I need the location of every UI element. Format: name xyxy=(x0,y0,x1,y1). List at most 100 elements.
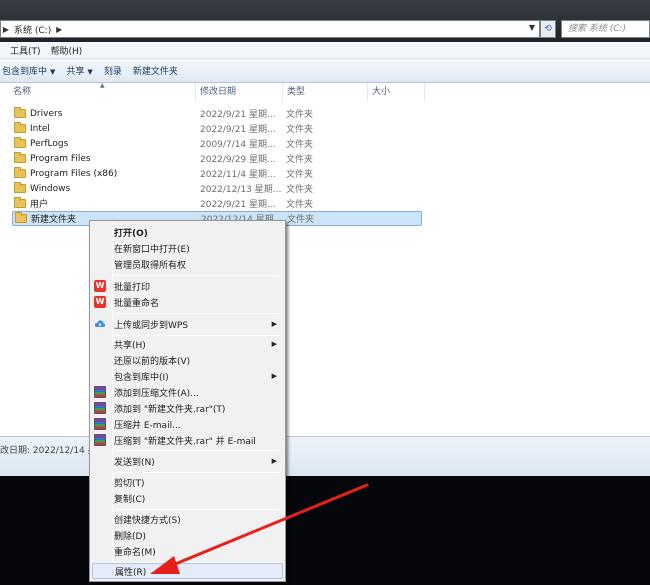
menu-item-compress-rar-email[interactable]: 压缩到 "新建文件夹.rar" 并 E-mail xyxy=(92,432,283,448)
sort-ascending-icon: ▲ xyxy=(100,82,105,89)
file-date: 2022/9/21 星期... xyxy=(200,200,276,210)
menu-item-create-shortcut[interactable]: 创建快捷方式(S) xyxy=(92,511,283,527)
menu-item-label: 删除(D) xyxy=(114,531,146,542)
menu-item-label: 管理员取得所有权 xyxy=(114,260,187,271)
address-bar[interactable]: ▶ 系统 (C:) ▶ ▼ xyxy=(0,20,540,38)
context-menu: 打开(O) 在新窗口中打开(E) 管理员取得所有权 W 批量打印 W 批量重命名 上… xyxy=(89,220,286,582)
menu-item-label: 还原以前的版本(V) xyxy=(114,356,191,367)
menu-item-take-ownership[interactable]: 管理员取得所有权 xyxy=(92,256,283,272)
file-row[interactable]: Program Files 2022/9/29 星期... 文件夹 xyxy=(12,151,422,166)
file-row[interactable]: 用户 2022/9/21 星期... 文件夹 xyxy=(12,196,422,211)
menu-item-include-library[interactable]: 包含到库中(I) ▶ xyxy=(92,368,283,384)
menu-help[interactable]: 帮助(H) xyxy=(47,44,89,57)
search-input[interactable]: 搜索 系统 (C:) xyxy=(561,20,650,38)
menu-item-send-to[interactable]: 发送到(N) ▶ xyxy=(92,453,283,469)
menu-item-copy[interactable]: 复制(C) xyxy=(92,490,283,506)
menu-separator xyxy=(114,509,279,510)
menu-separator xyxy=(114,313,279,314)
file-name: Drivers xyxy=(30,108,63,119)
menu-item-label: 上传或同步到WPS xyxy=(114,320,189,331)
address-bar-area: ▶ 系统 (C:) ▶ ▼ ⟲ 搜索 系统 (C:) xyxy=(0,0,650,42)
menu-item-open[interactable]: 打开(O) xyxy=(92,224,283,240)
new-folder-button[interactable]: 新建文件夹 xyxy=(131,64,187,77)
file-date: 2022/9/21 星期... xyxy=(200,110,276,120)
file-name: Program Files (x86) xyxy=(30,168,118,179)
file-type: 文件夹 xyxy=(286,170,314,180)
folder-icon xyxy=(14,107,26,118)
folder-icon xyxy=(14,182,26,193)
menu-item-label: 包含到库中(I) xyxy=(114,372,169,383)
refresh-icon[interactable]: ⟲ xyxy=(540,20,556,38)
file-type: 文件夹 xyxy=(286,110,314,120)
file-date: 2022/9/29 星期... xyxy=(200,155,276,165)
menu-item-label: 发送到(N) xyxy=(114,457,155,468)
chevron-down-icon[interactable]: ▼ xyxy=(529,23,535,32)
breadcrumb-drive[interactable]: 系统 (C:) xyxy=(11,23,54,36)
chevron-down-icon: ▼ xyxy=(87,68,93,76)
column-header-type[interactable]: 类型 xyxy=(284,83,368,101)
menu-item-label: 共享(H) xyxy=(114,340,146,351)
menu-item-add-to-rar[interactable]: 添加到 "新建文件夹.rar"(T) xyxy=(92,400,283,416)
share-label: 共享 xyxy=(66,67,85,77)
menu-item-rename[interactable]: 重命名(M) xyxy=(92,543,283,559)
submenu-arrow-icon: ▶ xyxy=(271,320,277,328)
menu-item-label: 批量重命名 xyxy=(114,298,160,309)
menu-item-label: 创建快捷方式(S) xyxy=(114,515,181,526)
winrar-icon xyxy=(94,418,106,430)
menu-item-label: 添加到 "新建文件夹.rar"(T) xyxy=(114,404,226,415)
file-row[interactable]: Program Files (x86) 2022/11/4 星期... 文件夹 xyxy=(12,166,422,181)
menu-item-add-archive[interactable]: 添加到压缩文件(A)... xyxy=(92,384,283,400)
breadcrumb-arrow-icon[interactable]: ▶ xyxy=(54,25,64,34)
file-date: 2022/12/13 星期... xyxy=(200,185,282,195)
menu-bar: 工具(T) 帮助(H) xyxy=(0,42,650,59)
breadcrumb-arrow-icon[interactable]: ▶ xyxy=(1,25,11,34)
menu-item-upload-wps[interactable]: 上传或同步到WPS ▶ xyxy=(92,316,283,332)
menu-item-batch-rename[interactable]: W 批量重命名 xyxy=(92,294,283,310)
column-header-date[interactable]: 修改日期 xyxy=(197,83,283,101)
wps-icon: W xyxy=(94,296,106,308)
file-name: Intel xyxy=(30,123,50,134)
file-name: Windows xyxy=(30,183,71,194)
file-name: PerfLogs xyxy=(30,138,69,149)
folder-icon xyxy=(14,167,26,178)
folder-icon xyxy=(14,122,26,133)
file-type: 文件夹 xyxy=(287,215,315,225)
submenu-arrow-icon: ▶ xyxy=(271,457,277,465)
menu-item-properties[interactable]: 属性(R) xyxy=(92,563,283,579)
file-row[interactable]: Drivers 2022/9/21 星期... 文件夹 xyxy=(12,106,422,121)
menu-item-cut[interactable]: 剪切(T) xyxy=(92,474,283,490)
file-row[interactable]: Intel 2022/9/21 星期... 文件夹 xyxy=(12,121,422,136)
file-name: Program Files xyxy=(30,153,91,164)
winrar-icon xyxy=(94,434,106,446)
file-type: 文件夹 xyxy=(286,155,314,165)
menu-item-label: 属性(R) xyxy=(115,567,147,578)
cloud-upload-icon xyxy=(94,318,106,330)
menu-item-label: 批量打印 xyxy=(114,282,151,293)
menu-item-label: 压缩并 E-mail... xyxy=(114,420,181,431)
file-name: 用户 xyxy=(30,200,49,210)
menu-item-compress-email[interactable]: 压缩并 E-mail... xyxy=(92,416,283,432)
menu-item-delete[interactable]: 删除(D) xyxy=(92,527,283,543)
include-in-library-button[interactable]: 包含到库中 ▼ xyxy=(0,64,64,77)
share-button[interactable]: 共享 ▼ xyxy=(64,64,101,77)
column-header-row: 名称 ▲ 修改日期 类型 大小 xyxy=(0,82,430,101)
file-type: 文件夹 xyxy=(286,125,314,135)
menu-item-label: 打开(O) xyxy=(114,228,148,239)
menu-item-open-new-window[interactable]: 在新窗口中打开(E) xyxy=(92,240,283,256)
menu-item-share[interactable]: 共享(H) ▶ xyxy=(92,336,283,352)
file-row[interactable]: PerfLogs 2009/7/14 星期... 文件夹 xyxy=(12,136,422,151)
status-modified-date: 改日期: 2022/12/14 星 xyxy=(0,446,97,456)
winrar-icon xyxy=(94,402,106,414)
menu-tools[interactable]: 工具(T) xyxy=(6,44,47,57)
menu-item-restore-versions[interactable]: 还原以前的版本(V) xyxy=(92,352,283,368)
burn-button[interactable]: 刻录 xyxy=(102,64,131,77)
command-toolbar: 包含到库中 ▼ 共享 ▼ 刻录 新建文件夹 xyxy=(0,59,650,83)
folder-icon xyxy=(15,212,27,223)
chevron-down-icon: ▼ xyxy=(50,68,56,76)
folder-icon xyxy=(14,152,26,163)
file-date: 2022/9/21 星期... xyxy=(200,125,276,135)
column-header-size[interactable]: 大小 xyxy=(369,83,425,101)
file-row[interactable]: Windows 2022/12/13 星期... 文件夹 xyxy=(12,181,422,196)
menu-item-batch-print[interactable]: W 批量打印 xyxy=(92,278,283,294)
folder-icon xyxy=(14,137,26,148)
